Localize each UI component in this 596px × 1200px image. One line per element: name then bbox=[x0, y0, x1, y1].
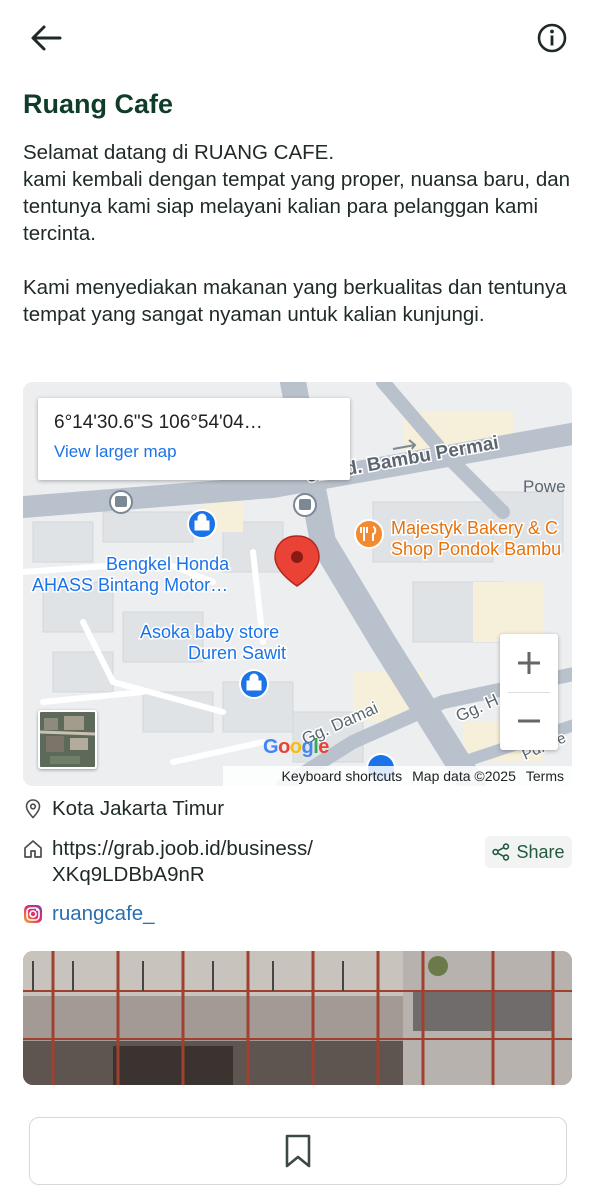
minus-icon bbox=[518, 719, 540, 723]
home-icon bbox=[23, 838, 43, 860]
google-logo: Google bbox=[263, 736, 329, 758]
plus-icon bbox=[518, 652, 540, 674]
shopping-pin-icon[interactable] bbox=[187, 509, 217, 539]
website-url-line-2[interactable]: XKq9LDBbA9nR bbox=[52, 862, 313, 888]
keyboard-shortcuts-link[interactable]: Keyboard shortcuts bbox=[282, 768, 403, 784]
website-row[interactable]: https://grab.joob.id/business/ XKq9LDBbA… bbox=[23, 836, 313, 888]
back-button[interactable] bbox=[26, 20, 66, 56]
storefront-photo-image bbox=[23, 951, 572, 1085]
share-label: Share bbox=[516, 841, 565, 862]
arrow-left-icon bbox=[31, 25, 62, 51]
map-poi-label: Duren Sawit bbox=[188, 643, 286, 663]
instagram-icon bbox=[23, 903, 43, 925]
map-poi-label: Asoka baby store bbox=[140, 622, 279, 642]
restaurant-pin-icon[interactable] bbox=[354, 519, 384, 549]
map-coordinates: 6°14'30.6"S 106°54'04… bbox=[54, 412, 263, 433]
map-poi-label: Shop Pondok Bambu bbox=[391, 539, 561, 559]
map-info-card: 6°14'30.6"S 106°54'04… View larger map bbox=[38, 398, 350, 480]
info-circle-icon bbox=[537, 23, 567, 53]
instagram-handle[interactable]: ruangcafe_ bbox=[52, 901, 155, 927]
satellite-thumbnail-icon bbox=[40, 712, 95, 767]
location-text: Kota Jakarta Timur bbox=[52, 797, 225, 820]
business-description: Selamat datang di RUANG CAFE. kami kemba… bbox=[23, 141, 571, 326]
business-name: Ruang Cafe bbox=[23, 89, 174, 119]
zoom-in-button[interactable] bbox=[500, 634, 558, 692]
bus-stop-icon[interactable] bbox=[109, 490, 133, 514]
top-bar bbox=[0, 0, 596, 76]
map-poi-label: Majestyk Bakery & C bbox=[391, 518, 558, 538]
map-pin-icon bbox=[23, 798, 43, 820]
instagram-row[interactable]: ruangcafe_ bbox=[23, 901, 155, 927]
share-icon bbox=[492, 843, 510, 861]
map-place-label: Powe bbox=[523, 477, 566, 496]
bookmark-button[interactable] bbox=[29, 1117, 567, 1185]
divider bbox=[508, 692, 550, 693]
satellite-view-toggle[interactable] bbox=[38, 710, 97, 769]
map-embed[interactable]: Jl. Pd. Bambu Permai Gg. Damai Gg. H Pd.… bbox=[23, 382, 572, 786]
bookmark-icon bbox=[285, 1134, 311, 1168]
share-button[interactable]: Share bbox=[485, 836, 572, 868]
location-row: Kota Jakarta Timur bbox=[23, 796, 224, 822]
map-attribution-bar: Keyboard shortcuts Map data ©2025 Terms bbox=[223, 766, 572, 786]
info-button[interactable] bbox=[532, 18, 572, 58]
zoom-out-button[interactable] bbox=[500, 692, 558, 750]
terms-link[interactable]: Terms bbox=[526, 768, 564, 784]
map-zoom-controls bbox=[500, 634, 558, 750]
bus-stop-icon[interactable] bbox=[293, 493, 317, 517]
map-data-label: Map data ©2025 bbox=[412, 768, 516, 784]
view-larger-map-link[interactable]: View larger map bbox=[54, 442, 334, 462]
shopping-pin-icon[interactable] bbox=[239, 669, 269, 699]
map-poi-label: Bengkel Honda bbox=[106, 554, 230, 574]
website-url-line-1[interactable]: https://grab.joob.id/business/ bbox=[52, 836, 313, 862]
map-poi-label: AHASS Bintang Motor… bbox=[32, 575, 228, 595]
business-photo[interactable] bbox=[23, 951, 572, 1085]
